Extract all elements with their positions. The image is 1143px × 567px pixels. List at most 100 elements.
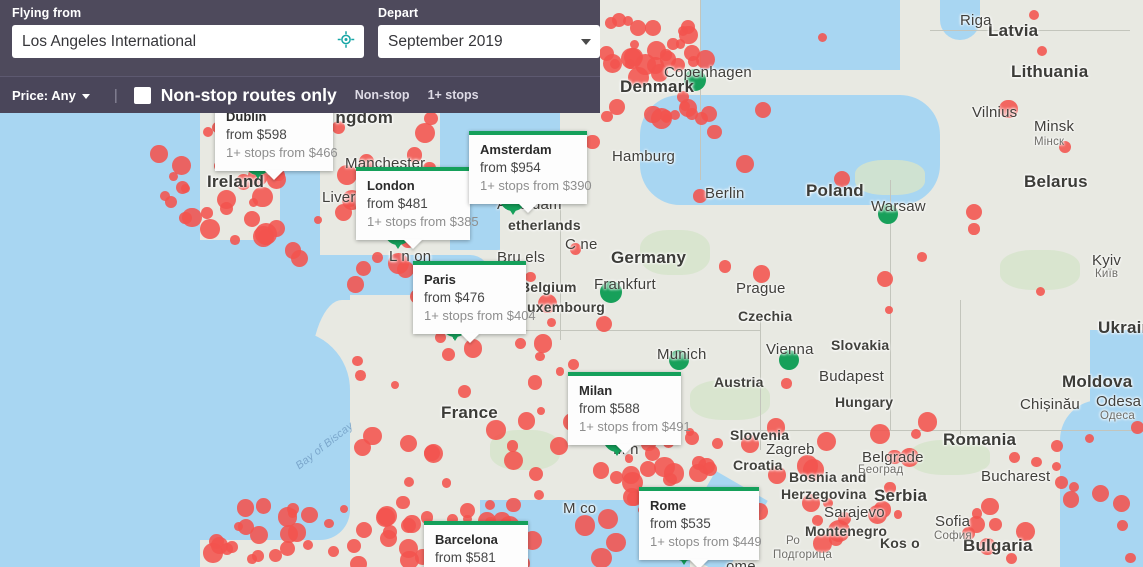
airport-dot[interactable]	[567, 359, 579, 370]
origin-input[interactable]: Los Angeles International	[12, 25, 364, 58]
tab-non-stop[interactable]: Non-stop	[355, 88, 410, 102]
airport-dot[interactable]	[899, 447, 919, 467]
airport-dot[interactable]	[396, 495, 410, 510]
airport-dot[interactable]	[735, 155, 754, 174]
airport-dot[interactable]	[707, 125, 722, 140]
airport-dot[interactable]	[525, 271, 536, 283]
airport-dot[interactable]	[654, 457, 675, 478]
airport-dot[interactable]	[711, 437, 723, 449]
airport-dot[interactable]	[837, 511, 851, 525]
airport-dot[interactable]	[327, 545, 339, 558]
airport-dot[interactable]	[660, 49, 672, 61]
airport-dot[interactable]	[752, 265, 770, 283]
airport-dot[interactable]	[574, 514, 596, 536]
airport-dot[interactable]	[555, 367, 564, 376]
crosshair-target-icon[interactable]	[337, 30, 355, 53]
airport-dot[interactable]	[486, 420, 507, 440]
airport-dot[interactable]	[1125, 552, 1136, 563]
price-card-milan[interactable]: Milan from $588 1+ stops from $491	[568, 372, 691, 454]
airport-dot[interactable]	[457, 385, 471, 399]
airport-dot[interactable]	[781, 378, 792, 389]
airport-dot[interactable]	[816, 432, 836, 452]
airport-dot[interactable]	[1035, 287, 1045, 297]
airport-dot[interactable]	[354, 438, 372, 456]
airport-dot[interactable]	[981, 497, 999, 516]
airport-dot[interactable]	[592, 462, 610, 479]
airport-dot[interactable]	[910, 428, 921, 439]
airport-dot[interactable]	[301, 506, 318, 524]
airport-dot[interactable]	[517, 412, 536, 430]
airport-dot[interactable]	[230, 235, 240, 245]
airport-dot[interactable]	[351, 355, 363, 367]
airport-dot[interactable]	[441, 348, 455, 362]
price-filter-dropdown[interactable]: Price: Any	[12, 88, 90, 103]
airport-dot[interactable]	[1030, 456, 1042, 468]
airport-dot[interactable]	[376, 505, 397, 526]
airport-dot[interactable]	[160, 190, 171, 201]
airport-dot[interactable]	[199, 219, 220, 240]
airport-dot[interactable]	[796, 455, 818, 477]
airport-dot[interactable]	[884, 305, 893, 314]
airport-dot[interactable]	[1037, 45, 1048, 56]
airport-dot[interactable]	[546, 318, 556, 328]
airport-dot[interactable]	[678, 99, 697, 118]
airport-dot[interactable]	[201, 207, 213, 219]
airport-dot[interactable]	[220, 201, 234, 215]
airport-dot[interactable]	[287, 523, 307, 542]
airport-dot[interactable]	[150, 145, 169, 163]
airport-dot[interactable]	[801, 494, 820, 512]
airport-dot[interactable]	[244, 211, 260, 227]
green-destination-dot-copenhagen[interactable]	[684, 69, 706, 91]
price-card-london[interactable]: London from $481 1+ stops from $385	[356, 167, 479, 249]
airport-dot[interactable]	[252, 186, 273, 207]
airport-dot[interactable]	[700, 105, 717, 122]
airport-dot[interactable]	[874, 501, 891, 518]
airport-dot[interactable]	[1009, 451, 1021, 463]
airport-dot[interactable]	[818, 32, 828, 42]
airport-dot[interactable]	[252, 226, 274, 248]
airport-dot[interactable]	[251, 549, 264, 562]
airport-dot[interactable]	[350, 555, 367, 567]
green-destination-dot-frankfurt[interactable]	[600, 281, 622, 303]
airport-dot[interactable]	[1028, 9, 1039, 20]
airport-dot[interactable]	[484, 500, 495, 511]
airport-dot[interactable]	[347, 276, 364, 293]
green-destination-dot-munich[interactable]	[669, 350, 689, 370]
airport-dot[interactable]	[606, 532, 626, 553]
airport-dot[interactable]	[629, 39, 639, 50]
airport-dot[interactable]	[596, 315, 613, 332]
price-card-barcelona[interactable]: Barcelona from $581	[424, 521, 528, 567]
nonstop-routes-label[interactable]: Non-stop routes only	[161, 85, 337, 106]
price-card-amsterdam[interactable]: Amsterdam from $954 1+ stops from $390	[469, 131, 592, 213]
airport-dot[interactable]	[609, 470, 623, 484]
airport-dot[interactable]	[182, 207, 202, 228]
airport-dot[interactable]	[622, 15, 633, 26]
depart-month-select[interactable]: September 2019	[378, 25, 600, 58]
airport-dot[interactable]	[570, 243, 582, 255]
airport-dot[interactable]	[290, 249, 308, 267]
price-card-paris[interactable]: Paris from $476 1+ stops from $404	[413, 261, 536, 343]
airport-dot[interactable]	[406, 147, 422, 163]
airport-dot[interactable]	[822, 497, 833, 508]
airport-dot[interactable]	[679, 25, 698, 45]
airport-dot[interactable]	[236, 499, 255, 517]
airport-dot[interactable]	[549, 436, 568, 455]
airport-dot[interactable]	[608, 98, 625, 115]
airport-dot[interactable]	[833, 170, 850, 187]
airport-dot[interactable]	[884, 482, 896, 494]
airport-dot[interactable]	[968, 223, 980, 235]
airport-dot[interactable]	[355, 370, 366, 381]
airport-dot[interactable]	[533, 334, 553, 353]
airport-dot[interactable]	[403, 515, 421, 533]
airport-dot[interactable]	[988, 518, 1002, 531]
airport-dot[interactable]	[591, 547, 612, 567]
airport-dot[interactable]	[740, 434, 759, 453]
airport-dot[interactable]	[886, 449, 902, 465]
airport-dot[interactable]	[336, 165, 357, 186]
airport-dot[interactable]	[671, 57, 685, 72]
tab-one-plus-stops[interactable]: 1+ stops	[428, 88, 479, 102]
airport-dot[interactable]	[355, 260, 372, 277]
airport-dot[interactable]	[893, 510, 903, 519]
airport-dot[interactable]	[978, 538, 996, 555]
airport-dot[interactable]	[644, 19, 661, 36]
